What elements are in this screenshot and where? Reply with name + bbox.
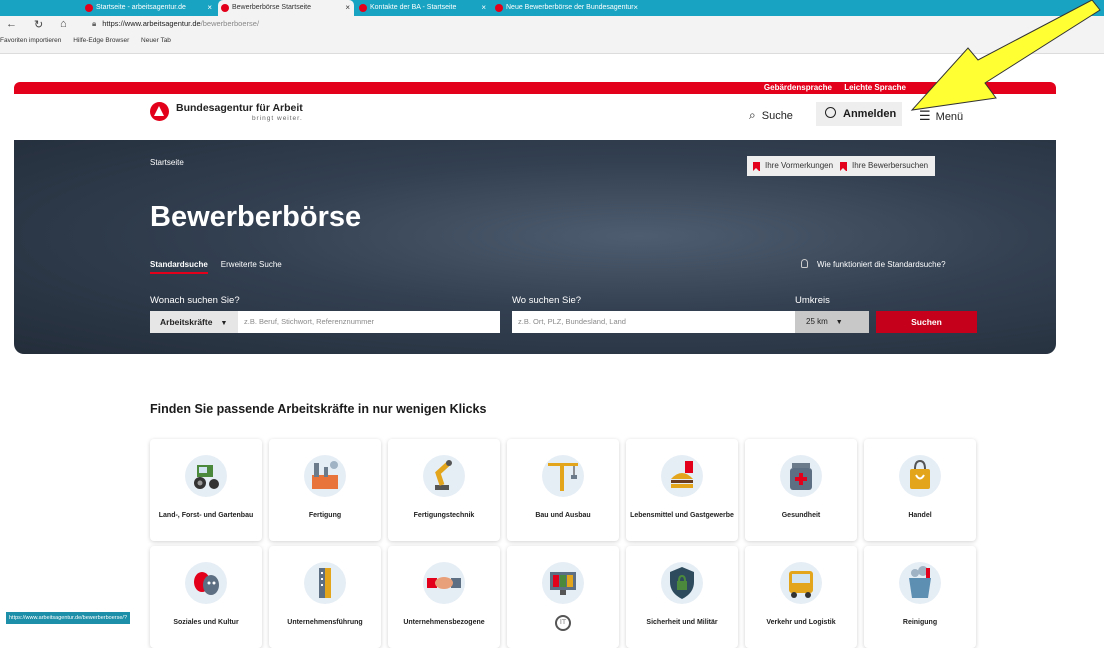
- category-label: Unternehmensführung: [287, 619, 363, 626]
- category-label: Reinigung: [902, 619, 938, 626]
- category-card-health[interactable]: Gesundheit: [745, 439, 857, 541]
- what-label: Wonach suchen Sie?: [150, 295, 240, 306]
- where-label: Wo suchen Sie?: [512, 295, 582, 306]
- category-label: Gesundheit: [781, 512, 821, 519]
- what-input[interactable]: z.B. Beruf, Stichwort, Referenznummer: [238, 311, 500, 333]
- favicon-icon: [359, 4, 367, 12]
- status-bar-url: https://www.arbeitsagentur.de/bewerberbo…: [6, 612, 131, 624]
- office-tower-icon: [304, 562, 346, 604]
- robot-arm-icon: [423, 455, 465, 497]
- close-tab-icon[interactable]: ×: [633, 0, 638, 16]
- bookmark-icon: [753, 161, 760, 171]
- category-card-agriculture[interactable]: Land-, Forst- und Gartenbau: [150, 439, 262, 541]
- caret-down-icon: ▼: [835, 319, 843, 326]
- category-label: Bau und Ausbau: [535, 512, 591, 519]
- search-hero: Startseite Ihre Vormerkungen Ihre Bewerb…: [14, 140, 1056, 354]
- burger-icon: [661, 455, 703, 497]
- tab-advanced-search[interactable]: Erweiterte Suche: [221, 260, 282, 274]
- kind-select[interactable]: Arbeitskräfte ▼: [150, 311, 238, 333]
- browser-tab-1[interactable]: Startseite - arbeitsagentur.de ×: [82, 0, 216, 16]
- close-tab-icon[interactable]: ×: [345, 0, 350, 16]
- tab-standard-search[interactable]: Standardsuche: [150, 260, 208, 274]
- breadcrumb[interactable]: Startseite: [150, 158, 184, 167]
- tractor-icon: [185, 455, 227, 497]
- search-submit-button[interactable]: Suchen: [876, 311, 977, 333]
- browser-tab-2[interactable]: Bewerberbörse Startseite ×: [218, 0, 354, 16]
- back-icon[interactable]: ←: [6, 18, 17, 30]
- logo-name: Bundesagentur für Arbeit: [176, 102, 303, 114]
- category-card-production-tech[interactable]: Fertigungstechnik: [388, 439, 500, 541]
- favorite-import[interactable]: Favoriten importieren: [0, 37, 61, 44]
- annotation-arrow-icon: [910, 0, 1101, 111]
- category-card-retail[interactable]: Handel: [864, 439, 976, 541]
- howto-link[interactable]: Wie funktioniert die Standardsuche?: [801, 259, 946, 269]
- category-card-food[interactable]: Lebensmittel und Gastgewerbe: [626, 439, 738, 541]
- ba-logo-icon: [150, 102, 169, 121]
- saved-searches-button[interactable]: Ihre Bewerbersuchen: [840, 156, 936, 176]
- category-label: Fertigungstechnik: [413, 512, 475, 519]
- category-card-construction[interactable]: Bau und Ausbau: [507, 439, 619, 541]
- handshake-icon: [423, 562, 465, 604]
- close-tab-icon[interactable]: ×: [207, 0, 212, 16]
- close-tab-icon[interactable]: ×: [481, 0, 486, 16]
- saved-items-button[interactable]: Ihre Vormerkungen: [747, 156, 841, 176]
- hero-action-buttons: Ihre Vormerkungen Ihre Bewerbersuchen: [747, 156, 936, 176]
- shopping-bag-icon: [899, 455, 941, 497]
- category-label: Soziales und Kultur: [173, 619, 239, 626]
- favorite-edge-help[interactable]: Hilfe-Edge Browser: [73, 37, 129, 44]
- where-input[interactable]: z.B. Ort, PLZ, Bundesland, Land: [512, 311, 795, 333]
- radius-select[interactable]: 25 km ▼: [795, 311, 869, 333]
- shield-lock-icon: [661, 562, 703, 604]
- search-icon: ⌕: [749, 108, 756, 122]
- ba-logo[interactable]: Bundesagentur für Arbeit bringt weiter.: [150, 102, 303, 122]
- category-label: Verkehr und Logistik: [766, 619, 836, 626]
- user-icon: [825, 107, 836, 118]
- bus-icon: [780, 562, 822, 604]
- bookmark-icon: [840, 161, 848, 171]
- browser-tab-4[interactable]: Neue Bewerberbörse der Bundesagentur ×: [492, 0, 642, 16]
- radius-label: Umkreis: [795, 295, 830, 306]
- favicon-icon: [221, 4, 229, 12]
- page-title: Bewerberbörse: [150, 201, 362, 233]
- home-icon[interactable]: ⌂: [60, 18, 67, 30]
- favorite-new-tab[interactable]: Neuer Tab: [141, 37, 171, 44]
- favicon-icon: [495, 4, 503, 12]
- header-search-button[interactable]: ⌕ Suche: [749, 108, 793, 123]
- category-label: Sicherheit und Militär: [646, 619, 718, 626]
- category-label: Lebensmittel und Gastgewerbe: [630, 512, 734, 519]
- url-field[interactable]: 🔒︎ https://www.arbeitsagentur.de/bewerber…: [92, 19, 259, 29]
- favicon-icon: [85, 4, 93, 12]
- page: Gebärdensprache Leichte Sprache Bundesag…: [14, 82, 1056, 648]
- category-card-manufacturing[interactable]: Fertigung: [269, 439, 381, 541]
- refresh-icon[interactable]: ↻: [34, 18, 43, 31]
- category-label: Unternehmensbezogene: [403, 619, 485, 626]
- bucket-icon: [899, 562, 941, 604]
- search-tabs: Standardsuche Erweiterte Suche: [150, 260, 295, 274]
- lightbulb-icon: [801, 259, 808, 268]
- factory-icon: [304, 455, 346, 497]
- category-label: Land-, Forst- und Gartenbau: [158, 512, 254, 519]
- loading-cursor-icon: [555, 615, 571, 631]
- medicine-icon: [780, 455, 822, 497]
- categories-heading: Finden Sie passende Arbeitskräfte in nur…: [150, 402, 487, 416]
- favorites-bar: Favoriten importieren Hilfe-Edge Browser…: [0, 37, 181, 44]
- category-label: Handel: [908, 512, 932, 519]
- category-label: Fertigung: [308, 512, 342, 519]
- logo-claim: bringt weiter.: [251, 115, 303, 122]
- crane-icon: [542, 455, 584, 497]
- caret-down-icon: ▼: [220, 320, 228, 327]
- lock-icon: 🔒︎: [92, 19, 97, 28]
- computer-icon: [542, 562, 584, 604]
- browser-tab-3[interactable]: Kontakte der BA - Startseite ×: [356, 0, 490, 16]
- theater-masks-icon: [185, 562, 227, 604]
- sign-language-link[interactable]: Gebärdensprache: [764, 83, 832, 92]
